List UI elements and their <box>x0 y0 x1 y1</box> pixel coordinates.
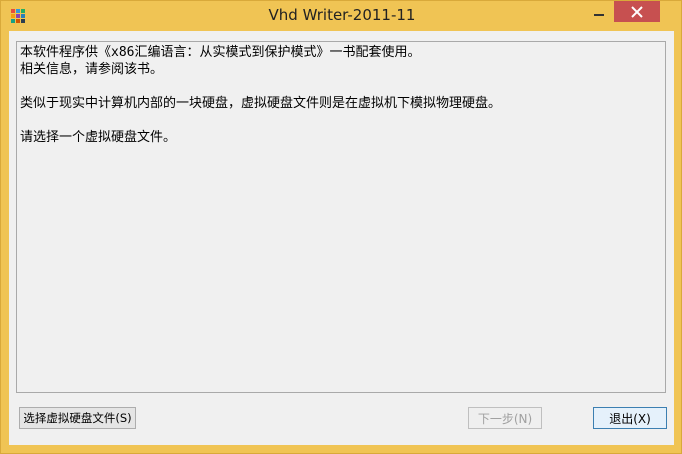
info-line: 相关信息，请参阅该书。 <box>20 62 164 77</box>
line-spacer <box>20 78 662 95</box>
title-bar[interactable]: Vhd Writer-2011-11 <box>1 1 682 31</box>
colorful-grid-icon[interactable] <box>11 9 25 23</box>
app-window: Vhd Writer-2011-11 本软件程序供《x86汇编语言：从实模式到保… <box>0 0 682 454</box>
window-title: Vhd Writer-2011-11 <box>268 6 416 24</box>
client-area: 本软件程序供《x86汇编语言：从实模式到保护模式》一书配套使用。 相关信息，请参… <box>9 31 674 445</box>
exit-button[interactable]: 退出(X) <box>593 407 667 429</box>
info-line: 请选择一个虚拟硬盘文件。 <box>20 130 177 145</box>
close-icon <box>631 5 643 18</box>
line-spacer <box>20 112 662 129</box>
minimize-icon <box>594 13 604 16</box>
info-line: 类似于现实中计算机内部的一块硬盘，虚拟硬盘文件则是在虚拟机下模拟物理硬盘。 <box>20 96 502 111</box>
minimize-button[interactable] <box>585 1 613 22</box>
info-line: 本软件程序供《x86汇编语言：从实模式到保护模式》一书配套使用。 <box>20 45 421 60</box>
next-button[interactable]: 下一步(N) <box>468 407 542 429</box>
info-text-box[interactable]: 本软件程序供《x86汇编语言：从实模式到保护模式》一书配套使用。 相关信息，请参… <box>16 41 666 393</box>
select-vhd-file-button[interactable]: 选择虚拟硬盘文件(S) <box>19 407 136 429</box>
close-button[interactable] <box>614 1 660 22</box>
